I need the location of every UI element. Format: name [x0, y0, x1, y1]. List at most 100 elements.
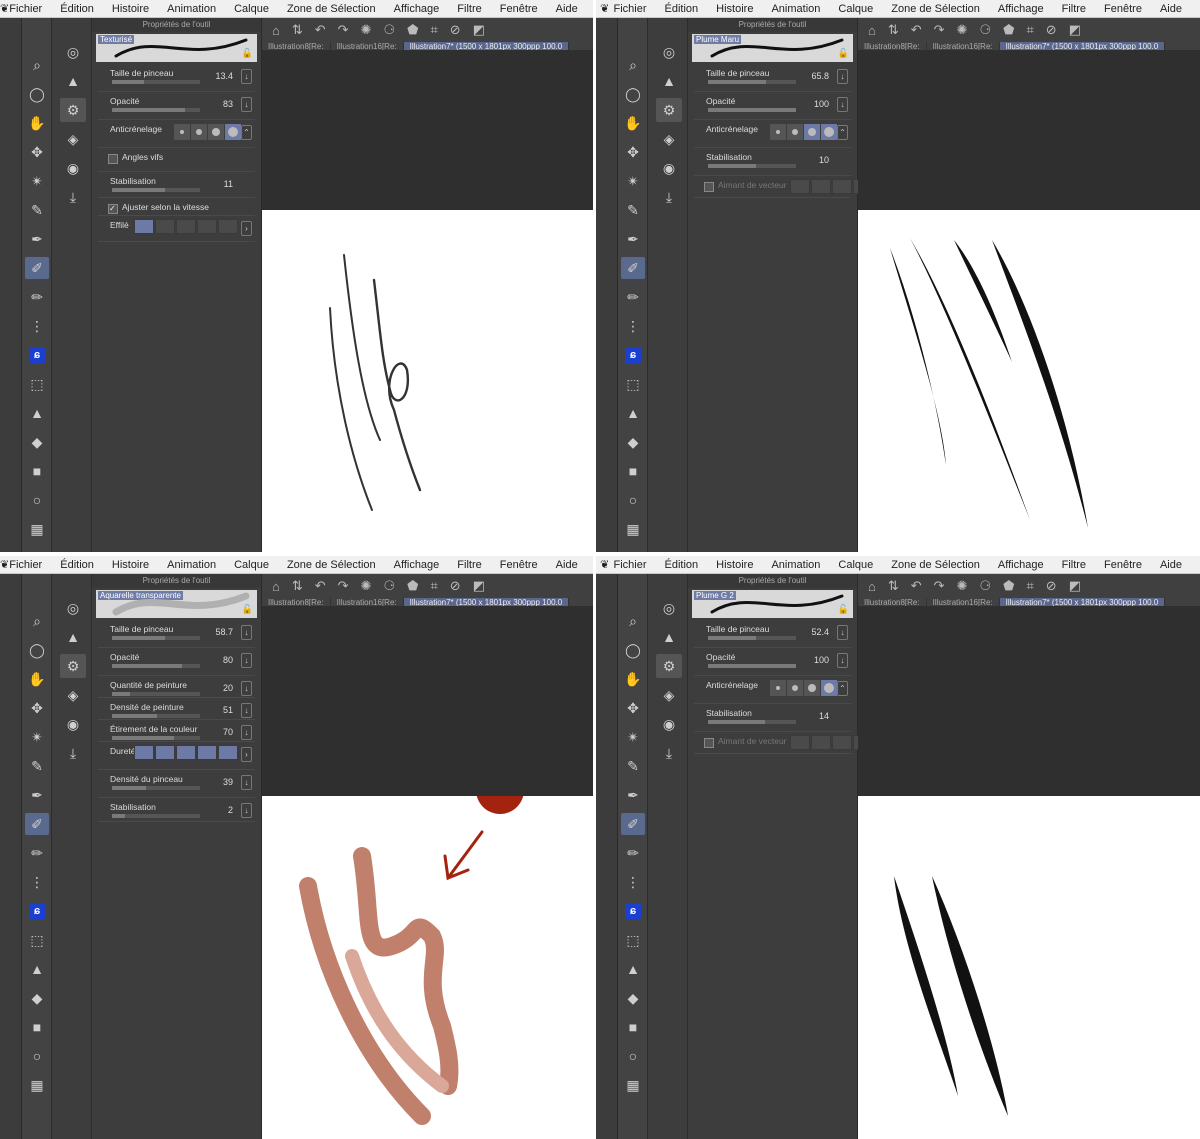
eraser-icon[interactable]: ◆ [25, 431, 49, 453]
checkbox[interactable] [704, 738, 714, 748]
pressure-button[interactable]: ↓ [241, 725, 252, 740]
hand-icon[interactable]: ✋ [25, 668, 49, 690]
transform-icon[interactable]: ⌗ [430, 578, 437, 594]
property-stabilisation[interactable]: Stabilisation 2 ↓ [98, 798, 255, 822]
redo-icon[interactable]: ↷ [338, 578, 349, 594]
ellipse-icon[interactable]: ○ [25, 489, 49, 511]
navigator-icon[interactable]: ◎ [60, 596, 86, 620]
checkbox[interactable]: ✓ [108, 204, 118, 214]
property-slider[interactable] [112, 108, 200, 112]
property-value[interactable]: 13.4 [215, 71, 233, 81]
lock-icon[interactable]: 🔓 [242, 604, 253, 615]
layers-icon[interactable]: ◈ [60, 683, 86, 707]
preset-option[interactable] [134, 745, 154, 760]
menu-item-fenêtre[interactable]: Fenêtre [500, 3, 538, 15]
eyedropper-icon[interactable]: ✎ [621, 199, 645, 221]
ellipse-icon[interactable]: ○ [621, 1045, 645, 1067]
import-icon[interactable]: ⤓ [60, 741, 86, 765]
navigator-icon[interactable]: ◎ [60, 40, 86, 64]
property-taille-de-pinceau[interactable]: Taille de pinceau 58.7 ↓ [98, 620, 255, 648]
property-aimant-de-vecteur[interactable]: Aimant de vecteur [694, 732, 873, 754]
property-quantité-de-peinture[interactable]: Quantité de peinture 20 ↓ [98, 676, 255, 698]
layer-props-icon[interactable]: ◉ [60, 712, 86, 736]
sub-tool-icon[interactable]: ▲ [60, 69, 86, 93]
magic-wand-icon[interactable]: ✴ [621, 726, 645, 748]
sub-tool-icon[interactable]: ▲ [656, 69, 682, 93]
toggle-icon[interactable]: ◩ [473, 578, 485, 594]
clear-icon[interactable]: ⊘ [1046, 22, 1057, 38]
property-slider[interactable] [112, 814, 200, 818]
property-value[interactable]: 100 [814, 99, 829, 109]
menu-item-calque[interactable]: Calque [234, 559, 269, 571]
menu-item-animation[interactable]: Animation [771, 3, 820, 15]
antialias-level-0[interactable] [174, 124, 190, 140]
property-anticrénelage[interactable]: Anticrénelage ⌃ [98, 120, 255, 148]
preset-swatches[interactable] [134, 745, 238, 760]
menu-item-filtre[interactable]: Filtre [457, 3, 481, 15]
antialiasing-selector[interactable] [770, 680, 837, 696]
property-slider[interactable] [708, 636, 796, 640]
property-value[interactable]: 58.7 [215, 627, 233, 637]
magic-wand-icon[interactable]: ✴ [25, 170, 49, 192]
vector-magnet-option[interactable] [790, 179, 810, 194]
vector-magnet-option[interactable] [832, 179, 852, 194]
antialias-level-2[interactable] [804, 124, 820, 140]
menu-item-animation[interactable]: Animation [167, 559, 216, 571]
zoom-icon[interactable]: ⌕ [25, 610, 49, 632]
layers-icon[interactable]: ◈ [656, 683, 682, 707]
navigator-icon[interactable]: ◎ [656, 40, 682, 64]
zoom-icon[interactable]: ⌕ [621, 610, 645, 632]
hand-icon[interactable]: ✋ [621, 668, 645, 690]
toggle-icon[interactable]: ◩ [1069, 578, 1081, 594]
pressure-button[interactable]: ↓ [837, 69, 848, 84]
import-icon[interactable]: ⤓ [656, 741, 682, 765]
frame-icon[interactable]: ▦ [621, 518, 645, 540]
menu-item-histoire[interactable]: Histoire [112, 3, 149, 15]
undo-icon[interactable]: ↶ [911, 22, 922, 38]
preset-option[interactable] [197, 219, 217, 234]
property-anticrénelage[interactable]: Anticrénelage ⌃ [694, 120, 851, 148]
menu-item-animation[interactable]: Animation [771, 559, 820, 571]
tool-settings-icon[interactable]: ⚙ [60, 98, 86, 122]
tool-settings-icon[interactable]: ⚙ [60, 654, 86, 678]
transform-icon[interactable]: ⌗ [430, 22, 437, 38]
frame-icon[interactable]: ▦ [25, 518, 49, 540]
loading-icon[interactable]: ✺ [361, 22, 372, 38]
toggle-icon[interactable]: ◩ [473, 22, 485, 38]
property-angles-vifs[interactable]: Angles vifs [98, 148, 255, 172]
rule-icon[interactable]: ⌂ [272, 23, 280, 38]
menu-item-histoire[interactable]: Histoire [716, 559, 753, 571]
redo-icon[interactable]: ↷ [934, 22, 945, 38]
antialias-level-1[interactable] [191, 124, 207, 140]
rule-icon[interactable]: ⌂ [868, 23, 876, 38]
preset-option[interactable] [176, 219, 196, 234]
lasso-icon[interactable]: ◯ [25, 639, 49, 661]
pencil-icon[interactable]: ✐ [621, 813, 645, 835]
3d-icon[interactable]: ⬚ [25, 929, 49, 951]
airbrush-icon[interactable]: ⋮ [621, 315, 645, 337]
3d-icon[interactable]: ⬚ [621, 373, 645, 395]
menu-item-histoire[interactable]: Histoire [112, 559, 149, 571]
rule-icon[interactable]: ⌂ [272, 579, 280, 594]
property-value[interactable]: 20 [223, 683, 233, 693]
menu-item-calque[interactable]: Calque [838, 3, 873, 15]
menu-item-fichier[interactable]: Fichier [614, 3, 647, 15]
property-slider[interactable] [112, 664, 200, 668]
property-effilé[interactable]: Effilé › [98, 216, 255, 242]
eyedropper-icon[interactable]: ✎ [621, 755, 645, 777]
pressure-button[interactable]: ↓ [837, 97, 848, 112]
layer-props-icon[interactable]: ◉ [60, 156, 86, 180]
transform-icon[interactable]: ⌗ [1026, 578, 1033, 594]
property-value[interactable]: 2 [228, 805, 233, 815]
tool-settings-icon[interactable]: ⚙ [656, 98, 682, 122]
menu-item-filtre[interactable]: Filtre [1062, 559, 1086, 571]
property-ajuster-selon-la-vitesse[interactable]: Ajuster selon la vitesse ✓ [98, 198, 255, 216]
property-taille-de-pinceau[interactable]: Taille de pinceau 65.8 ↓ [694, 64, 851, 92]
property-opacité[interactable]: Opacité 100 ↓ [694, 648, 851, 676]
property-densité-de-peinture[interactable]: Densité de peinture 51 ↓ [98, 698, 255, 720]
stroke-icon[interactable]: ⚆ [383, 578, 395, 594]
frame-icon[interactable]: ▦ [25, 1074, 49, 1096]
menu-item-affichage[interactable]: Affichage [394, 3, 440, 15]
antialias-level-1[interactable] [787, 680, 803, 696]
menu-item-affichage[interactable]: Affichage [998, 559, 1044, 571]
